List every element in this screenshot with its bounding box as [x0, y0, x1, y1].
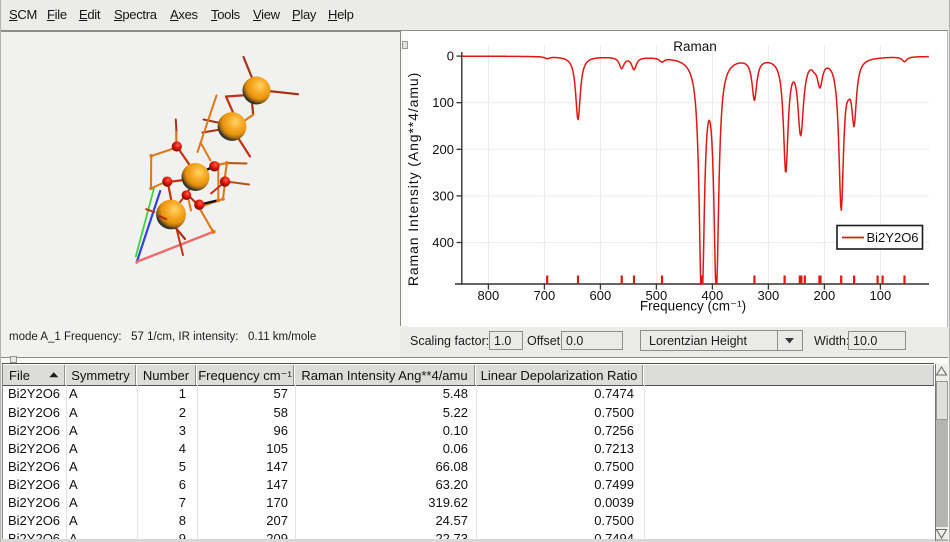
svg-text:700: 700 — [534, 288, 556, 303]
svg-text:300: 300 — [432, 188, 454, 203]
svg-text:Frequency (cm⁻¹): Frequency (cm⁻¹) — [640, 299, 746, 314]
svg-text:400: 400 — [432, 235, 454, 250]
svg-text:Bi2Y2O6: Bi2Y2O6 — [867, 230, 919, 245]
svg-text:Raman Intensity (Ang**4/amu): Raman Intensity (Ang**4/amu) — [408, 72, 421, 286]
svg-text:200: 200 — [432, 142, 454, 157]
svg-text:300: 300 — [758, 288, 780, 303]
svg-text:800: 800 — [478, 288, 500, 303]
svg-text:200: 200 — [814, 288, 836, 303]
svg-text:Raman: Raman — [673, 39, 717, 54]
svg-text:100: 100 — [870, 288, 892, 303]
svg-text:600: 600 — [590, 288, 612, 303]
svg-text:100: 100 — [432, 95, 454, 110]
svg-text:0: 0 — [447, 49, 454, 64]
